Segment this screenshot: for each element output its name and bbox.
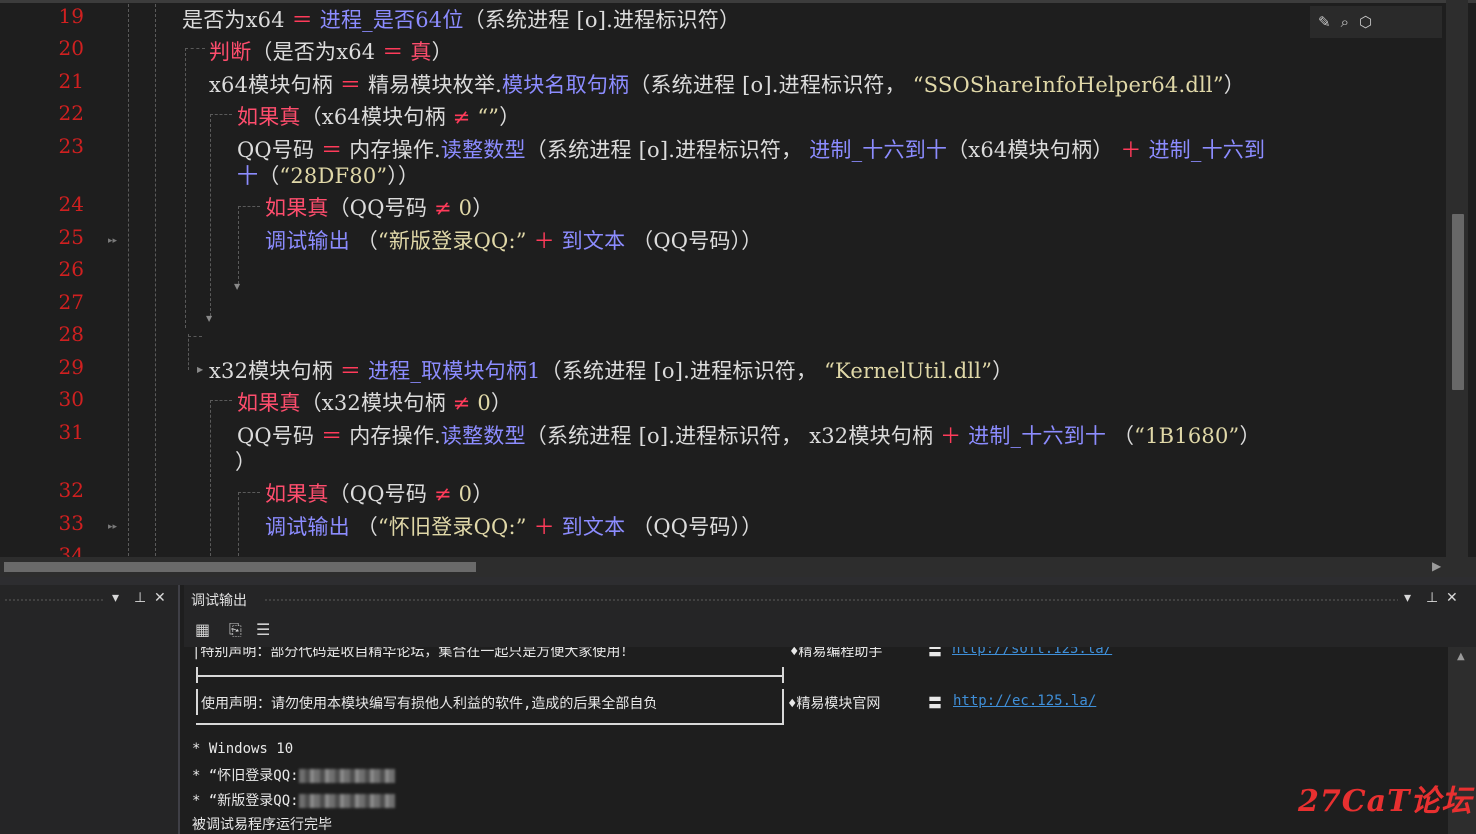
box-border [782, 667, 784, 683]
editor-mini-toolbar: ✎ ⌕ ⬡ [1310, 6, 1442, 38]
watermark-logo: 27CaT论坛 [1298, 784, 1473, 819]
line-number: 21 [58, 69, 84, 93]
usage-notice: 使用声明：请勿使用本模块编写有损他人利益的软件,造成的后果全部自负 [201, 696, 658, 712]
line-number: 30 [58, 387, 84, 411]
debug-output-panel: 调试输出 ▾ ⊥ ✕ ▦ ⎘ ☰ |特别声明：部分代码是收自精华论坛，集合在一起… [184, 585, 1476, 834]
code-line[interactable]: 如果真（QQ号码 ≠ 0） [265, 478, 493, 508]
code-line[interactable]: QQ号码 ＝ 内存操作.读整数型（系统进程 [o].进程标识符， x32模块句柄… [237, 420, 1261, 450]
indent-guide [238, 206, 239, 284]
old-login-line: * “怀旧登录QQ: [192, 765, 395, 785]
line-number: 26 [58, 257, 84, 281]
line-number: 33 [58, 511, 84, 535]
line-number: 28 [58, 322, 84, 346]
list-icon[interactable]: ☰ [256, 620, 270, 639]
line-number: 24 [58, 192, 84, 216]
indent-guide [128, 4, 129, 556]
code-line[interactable]: 如果真（x64模块句柄 ≠ “”） [237, 101, 520, 131]
indent-guide [238, 492, 260, 493]
indent-guide [210, 114, 211, 316]
box-border [196, 689, 198, 715]
indent-guide [185, 48, 186, 328]
redacted-value [298, 794, 395, 808]
box-border [196, 723, 784, 725]
editor-top-border [0, 0, 1476, 3]
official-site-link[interactable]: http://ec.125.la/ [953, 693, 1096, 709]
scroll-up-arrow-icon[interactable]: ▲ [1457, 651, 1465, 662]
code-line-wrap[interactable]: 十（“28DF80”）） [237, 160, 419, 190]
indent-guide [210, 400, 211, 556]
official-site-label: ♦精易模块官网 [788, 696, 881, 712]
code-line[interactable]: 判断（是否为x64 ＝ 真） [209, 36, 453, 66]
panel-grip[interactable] [264, 598, 1398, 603]
pin-icon[interactable]: ⊥ [1426, 590, 1438, 606]
editor-vertical-scroll-thumb[interactable] [1452, 214, 1464, 390]
line-number: 20 [58, 36, 84, 60]
fold-marker[interactable]: ▸▸ [108, 522, 117, 532]
fold-marker[interactable]: ▸▸ [108, 236, 117, 246]
editor-horizontal-scroll-thumb[interactable] [4, 562, 476, 572]
module-icon[interactable]: ⬡ [1359, 13, 1372, 31]
code-line[interactable]: 调试输出 （“怀旧登录QQ:” ＋ 到文本 （QQ号码）） [265, 511, 763, 541]
close-icon[interactable]: ✕ [1446, 590, 1458, 606]
line-number: 29 [58, 355, 84, 379]
code-line[interactable]: x32模块句柄 ＝ 进程_取模块句柄1（系统进程 [o].进程标识符， “Ker… [209, 355, 1013, 385]
scrollbar-corner [1446, 557, 1476, 577]
line-number: 19 [58, 4, 84, 28]
copy-icon[interactable]: ⎘ [229, 620, 242, 640]
output-line: |特别声明：部分代码是收自精华论坛，集合在一起只是方便大家使用！ ♦精易编程助手… [192, 647, 1112, 661]
line-number: 23 [58, 134, 84, 158]
panel-splitter[interactable] [0, 577, 1476, 585]
clear-icon[interactable]: ▦ [195, 620, 210, 639]
indent-guide [238, 492, 239, 556]
debug-output-text[interactable]: |特别声明：部分代码是收自精华论坛，集合在一起只是方便大家使用！ ♦精易编程助手… [184, 647, 1448, 834]
debug-toolbar: ▦ ⎘ ☰ [184, 615, 1476, 647]
os-line: * Windows 10 [192, 741, 294, 757]
panel-title: 调试输出 [191, 593, 247, 609]
new-login-line: * “新版登录QQ: [192, 790, 395, 810]
close-icon[interactable]: ✕ [154, 590, 166, 606]
box-border [196, 667, 198, 683]
box-border [196, 675, 784, 677]
indent-guide [210, 400, 232, 401]
redacted-value [298, 769, 395, 783]
code-line[interactable]: 是否为x64 ＝ 进程_是否64位（系统进程 [o].进程标识符） [182, 4, 740, 34]
panel-grip[interactable] [4, 598, 104, 603]
pin-icon[interactable]: ⊥ [134, 590, 146, 606]
line-number: 34 [58, 543, 84, 558]
left-tool-panel: ▾ ⊥ ✕ [0, 585, 180, 834]
line-number: 25 [58, 225, 84, 249]
format-icon[interactable]: ✎ [1318, 13, 1331, 31]
indent-guide [185, 48, 205, 49]
chevron-down-icon[interactable]: ▾ [1404, 590, 1411, 606]
equals-sign: 〓 [928, 696, 942, 712]
indent-guide [188, 336, 202, 337]
code-line[interactable]: 如果真（QQ号码 ≠ 0） [265, 192, 493, 222]
scroll-right-arrow-icon[interactable]: ▶ [1432, 559, 1441, 573]
find-icon[interactable]: ⌕ [1341, 13, 1349, 31]
flow-arrow: ▶ [197, 365, 204, 374]
debug-panel-header: 调试输出 ▾ ⊥ ✕ [184, 585, 1476, 615]
indent-guide [238, 206, 260, 207]
box-border [782, 689, 784, 725]
line-number: 31 [58, 420, 84, 444]
fold-end-arrow: ▼ [234, 282, 241, 291]
code-line[interactable]: 如果真（x32模块句柄 ≠ 0） [237, 387, 512, 417]
soft-link[interactable]: http://soft.125.la/ [952, 647, 1112, 657]
code-line-wrap[interactable]: ） [235, 446, 256, 476]
code-line[interactable]: x64模块句柄 ＝ 精易模块枚举.模块名取句柄（系统进程 [o].进程标识符， … [209, 69, 1245, 99]
fold-end-arrow: ▼ [206, 314, 213, 323]
code-editor[interactable]: 19 20 21 22 23 24 25 26 27 28 29 30 31 3… [0, 0, 1476, 558]
code-line[interactable]: 调试输出 （“新版登录QQ:” ＋ 到文本 （QQ号码）） [265, 225, 763, 255]
indent-guide [155, 4, 156, 556]
line-number: 22 [58, 101, 84, 125]
chevron-down-icon[interactable]: ▾ [112, 590, 119, 606]
line-number: 32 [58, 478, 84, 502]
indent-guide [188, 334, 189, 370]
line-number: 27 [58, 290, 84, 314]
finished-line: 被调试易程序运行完毕 [192, 817, 332, 833]
indent-guide [210, 114, 232, 115]
